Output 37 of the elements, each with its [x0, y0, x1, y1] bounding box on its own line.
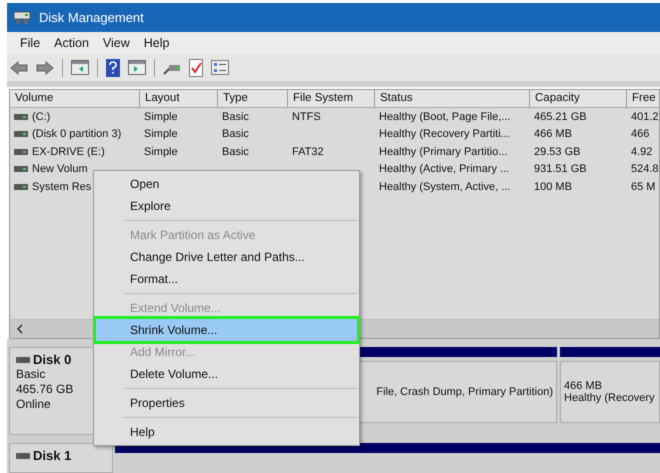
table-cell: Simple [144, 128, 178, 140]
table-cell: Basic [222, 110, 249, 123]
table-cell: FAT32 [292, 146, 324, 158]
table-cell: 466 MB [534, 128, 572, 140]
partition-text: 466 MB [564, 380, 602, 392]
table-cell: Basic [222, 146, 249, 158]
partition-text: File, Crash Dump, Primary Partition) [376, 386, 553, 398]
table-cell: 100 MB [534, 180, 572, 193]
table-cell: New Volum [32, 163, 88, 176]
table-cell: Healthy (Boot, Page File,... [379, 110, 510, 123]
table-cell: 524.8 [631, 163, 659, 176]
table-cell: NTFS [292, 110, 321, 123]
table-cell: 401.2 [631, 110, 659, 123]
disk-detail: Basic [16, 367, 46, 382]
table-cell: (Disk 0 partition 3) [32, 128, 122, 140]
disk-name: Disk 0 [33, 352, 72, 367]
table-cell: 466 [631, 128, 650, 140]
disk-name: Disk 1 [33, 448, 72, 463]
table-cell: (C:) [32, 110, 50, 123]
table-cell: 29.53 GB [534, 146, 580, 158]
partition-text: Healthy (Recovery [564, 392, 654, 404]
table-cell: 465.21 GB [534, 110, 587, 123]
disk-detail: Online [16, 397, 52, 412]
table-cell: Healthy (Recovery Partiti... [379, 128, 510, 140]
table-cell: 931.51 GB [534, 163, 587, 176]
table-cell: Healthy (Active, Primary ... [379, 163, 510, 176]
table-cell: Healthy (Primary Partitio... [379, 146, 508, 158]
disk-detail: 465.76 GB [16, 382, 74, 397]
table-cell: Simple [144, 146, 178, 158]
table-cell: EX-DRIVE (E:) [32, 146, 105, 158]
table-cell: System Res [32, 180, 92, 193]
table-cell: Simple [144, 110, 178, 123]
window-title: Disk Management [39, 10, 144, 25]
table-cell: 65 M [631, 180, 656, 193]
table-cell: 4.92 [631, 146, 652, 158]
table-cell: Basic [222, 128, 249, 140]
table-cell: Healthy (System, Active, ... [379, 180, 510, 193]
